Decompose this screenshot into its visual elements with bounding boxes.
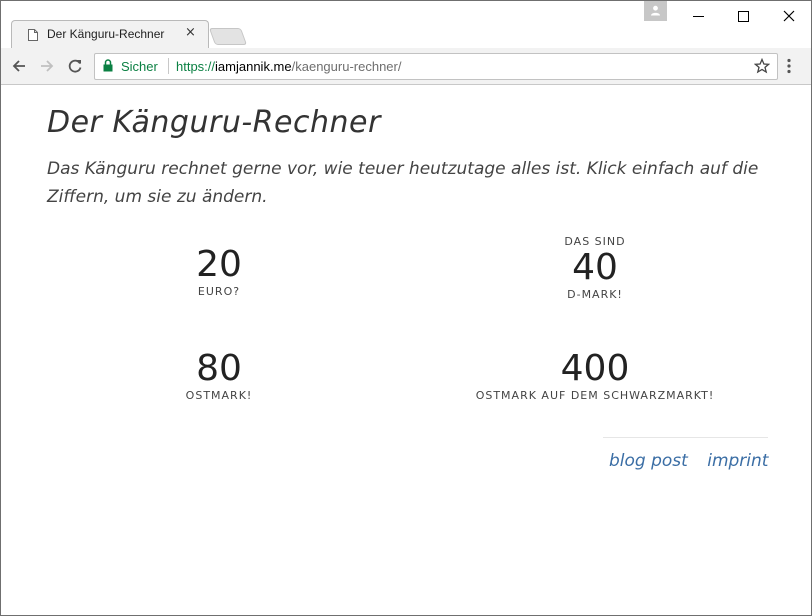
document-icon	[28, 29, 38, 41]
schwarzmarkt-unit: Ostmark auf dem Schwarzmarkt!	[475, 389, 715, 402]
address-bar[interactable]: Sicher https://iamjannik.me/kaenguru-rec…	[94, 53, 778, 80]
euro-cell: 20 Euro?	[139, 245, 299, 299]
profile-button[interactable]	[644, 1, 667, 21]
euro-value[interactable]: 20	[139, 245, 299, 285]
dmark-value[interactable]: 40	[495, 248, 695, 288]
dmark-cell: Das sind 40 D-Mark!	[495, 235, 695, 301]
web-page: Der Känguru-Rechner Das Känguru rechnet …	[1, 85, 811, 615]
imprint-link[interactable]: imprint	[707, 451, 768, 471]
tab-title: Der Känguru-Rechner	[47, 27, 165, 41]
footer-links: blog post imprint	[609, 451, 782, 471]
close-window-button[interactable]	[766, 1, 811, 31]
intro-text: Das Känguru rechnet gerne vor, wie teuer…	[47, 159, 759, 207]
url-host: iamjannik.me	[215, 59, 292, 74]
ostmark-value[interactable]: 80	[139, 349, 299, 389]
minimize-icon	[693, 16, 704, 17]
ostmark-cell: 80 Ostmark!	[139, 349, 299, 403]
lock-icon	[103, 59, 113, 72]
maximize-icon	[738, 11, 749, 22]
forward-arrow-icon[interactable]	[39, 58, 55, 74]
omnibox-divider	[168, 58, 169, 74]
ostmark-unit: Ostmark!	[185, 389, 253, 402]
bookmark-star-icon[interactable]	[754, 58, 770, 74]
tab-close-icon[interactable]: ×	[185, 25, 196, 40]
minimize-button[interactable]	[676, 1, 721, 31]
secure-label: Sicher	[121, 59, 158, 74]
url-text[interactable]: https://iamjannik.me/kaenguru-rechner/	[176, 59, 401, 74]
close-icon	[783, 10, 795, 22]
euro-unit: Euro?	[197, 285, 241, 298]
schwarzmarkt-value[interactable]: 400	[455, 349, 735, 389]
reload-icon[interactable]	[67, 58, 83, 74]
page-title: Der Känguru-Rechner	[47, 105, 381, 140]
tab-strip: Der Känguru-Rechner ×	[1, 1, 811, 49]
back-arrow-icon[interactable]	[11, 58, 27, 74]
url-scheme: https://	[176, 59, 216, 74]
more-menu-icon[interactable]	[787, 58, 791, 74]
footer-divider	[603, 437, 768, 438]
person-icon	[651, 5, 660, 16]
url-path: /kaenguru-rechner/	[291, 59, 402, 74]
dmark-unit: D-Mark!	[567, 288, 623, 301]
tab-active[interactable]: Der Känguru-Rechner ×	[11, 20, 209, 49]
maximize-button[interactable]	[721, 1, 766, 31]
blog-post-link[interactable]: blog post	[609, 451, 688, 471]
new-tab-button[interactable]	[208, 28, 248, 45]
browser-toolbar: Sicher https://iamjannik.me/kaenguru-rec…	[1, 48, 811, 85]
schwarzmarkt-cell: 400 Ostmark auf dem Schwarzmarkt!	[455, 349, 735, 403]
browser-window: Der Känguru-Rechner × Sicher https://iam…	[0, 0, 812, 616]
